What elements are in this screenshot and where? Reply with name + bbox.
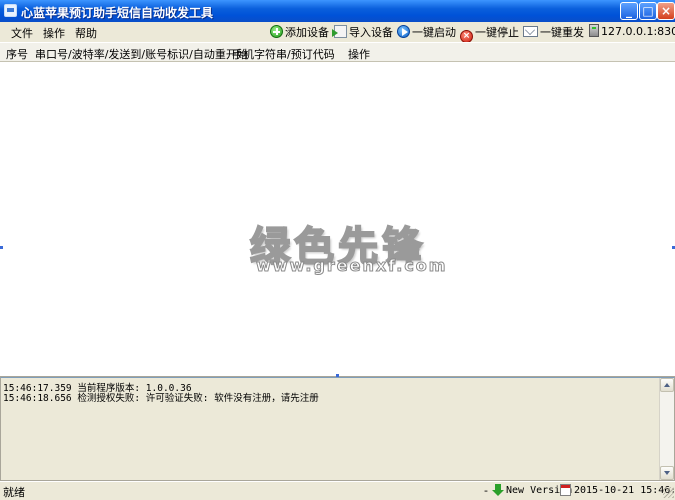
device-list[interactable]: 绿色先锋 www.greenxf.com bbox=[0, 62, 675, 377]
stop-all-label: 一键停止 bbox=[475, 26, 519, 39]
scroll-up-button[interactable] bbox=[660, 378, 674, 392]
resize-grip[interactable] bbox=[663, 487, 674, 498]
resend-all-button[interactable]: 一键重发 bbox=[523, 24, 584, 40]
column-header-index[interactable]: 序号 bbox=[6, 46, 28, 62]
column-header-action[interactable]: 操作 bbox=[348, 46, 370, 62]
table-header: 序号 串口号/波特率/发送到/账号标识/自动重开始 手机字符串/预订代码 操作 bbox=[0, 42, 675, 62]
watermark-url: www.greenxf.com bbox=[255, 256, 448, 276]
log-line: 15:46:18.656 检测授权失败: 许可验证失败: 软件没有注册，请先注册 bbox=[3, 393, 319, 404]
menu-help[interactable]: 帮助 bbox=[75, 25, 97, 41]
log-scrollbar[interactable] bbox=[659, 378, 674, 480]
maximize-button[interactable]: □ bbox=[639, 2, 657, 20]
menu-bar: 文件 操作 帮助 添加设备 导入设备 一键启动 × 一键停止 一键重发 127.0… bbox=[0, 22, 675, 43]
import-device-label: 导入设备 bbox=[349, 26, 393, 39]
add-device-button[interactable]: 添加设备 bbox=[270, 24, 329, 40]
column-header-phone-code[interactable]: 手机字符串/预订代码 bbox=[232, 46, 335, 62]
start-all-button[interactable]: 一键启动 bbox=[397, 24, 456, 40]
import-device-button[interactable]: 导入设备 bbox=[332, 24, 393, 40]
window-title: 心蓝苹果预订助手短信自动收发工具 bbox=[21, 6, 214, 20]
scroll-down-button[interactable] bbox=[660, 466, 674, 480]
calendar-icon bbox=[560, 484, 571, 496]
app-icon bbox=[4, 4, 17, 17]
minimize-button[interactable]: _ bbox=[620, 2, 638, 20]
resend-all-label: 一键重发 bbox=[540, 26, 584, 39]
status-text: 就绪 bbox=[3, 486, 25, 499]
status-datetime: 2015-10-21 15:46:22 bbox=[574, 485, 675, 496]
stop-all-button[interactable]: × 一键停止 bbox=[460, 24, 519, 43]
server-icon bbox=[589, 24, 599, 37]
resize-handle-left[interactable] bbox=[0, 246, 3, 249]
title-bar[interactable]: 心蓝苹果预订助手短信自动收发工具 _ □ × bbox=[0, 0, 675, 22]
server-address-label: 127.0.0.1:8300 bbox=[601, 25, 675, 38]
log-panel[interactable]: 15:46:17.359 当前程序版本: 1.0.0.36 15:46:18.6… bbox=[0, 377, 675, 481]
server-address-button[interactable]: 127.0.0.1:8300 bbox=[589, 24, 675, 40]
menu-file[interactable]: 文件 bbox=[11, 25, 33, 41]
status-bar: 就绪 - New Version 2015-10-21 15:46:22 bbox=[0, 481, 675, 499]
mail-icon bbox=[523, 26, 538, 37]
column-header-port-info[interactable]: 串口号/波特率/发送到/账号标识/自动重开始 bbox=[35, 46, 248, 62]
play-circle-icon bbox=[397, 25, 410, 38]
close-button[interactable]: × bbox=[657, 2, 675, 20]
add-circle-icon bbox=[270, 25, 283, 38]
add-device-label: 添加设备 bbox=[285, 26, 329, 39]
menu-operate[interactable]: 操作 bbox=[43, 25, 65, 41]
start-all-label: 一键启动 bbox=[412, 26, 456, 39]
import-icon bbox=[332, 25, 347, 38]
status-dash: - bbox=[484, 484, 488, 497]
main-window: 心蓝苹果预订助手短信自动收发工具 _ □ × 文件 操作 帮助 添加设备 导入设… bbox=[0, 0, 675, 499]
download-arrow-icon bbox=[492, 484, 504, 497]
